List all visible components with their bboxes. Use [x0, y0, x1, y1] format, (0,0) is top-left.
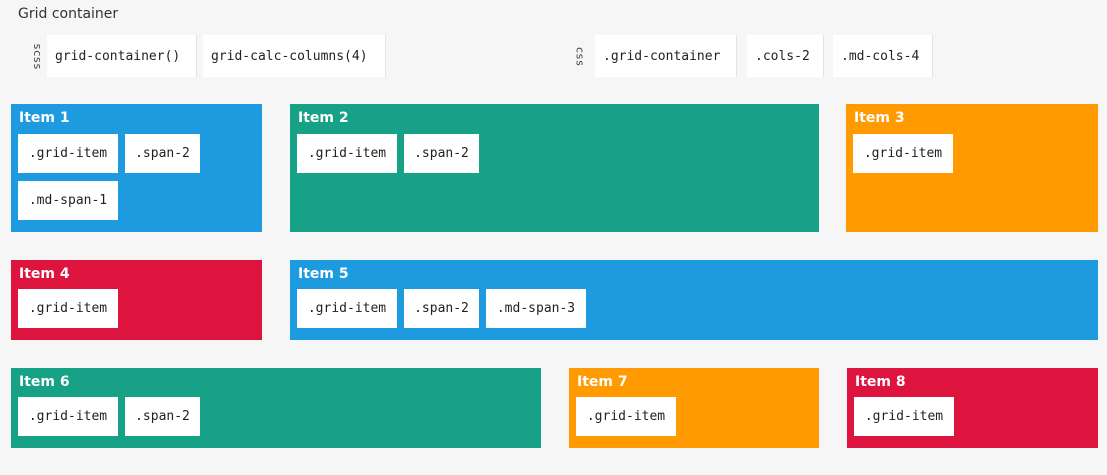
grid-item-6: Item 6 .grid-item .span-2	[11, 368, 541, 448]
class-chip: .grid-item	[297, 134, 397, 173]
scss-snippet-grid-calc-columns: grid-calc-columns(4)	[203, 35, 386, 77]
item-label: Item 4	[19, 266, 70, 282]
item-label: Item 3	[854, 110, 905, 126]
class-chip: .grid-item	[18, 397, 118, 436]
item-label: Item 2	[298, 110, 349, 126]
class-chip: .span-2	[125, 397, 200, 436]
class-chip: .grid-item	[576, 397, 676, 436]
class-chip: .grid-item	[853, 134, 953, 173]
grid-item-5: Item 5 .grid-item .span-2 .md-span-3	[290, 260, 1098, 340]
item-label: Item 7	[577, 374, 628, 390]
class-chip: .span-2	[404, 289, 479, 328]
class-chip: .span-2	[125, 134, 200, 173]
css-snippet-md-cols-4: .md-cols-4	[833, 35, 933, 77]
class-chip: .grid-item	[854, 397, 954, 436]
item-label: Item 8	[855, 374, 906, 390]
class-chip: .md-span-1	[18, 181, 118, 220]
scss-snippet-grid-container: grid-container()	[47, 35, 197, 77]
grid-item-2: Item 2 .grid-item .span-2	[290, 104, 819, 232]
item-label: Item 1	[19, 110, 70, 126]
grid-item-4: Item 4 .grid-item	[11, 260, 262, 340]
item-label: Item 5	[298, 266, 349, 282]
class-chip: .span-2	[404, 134, 479, 173]
item-label: Item 6	[19, 374, 70, 390]
grid-item-8: Item 8 .grid-item	[847, 368, 1098, 448]
grid-item-3: Item 3 .grid-item	[846, 104, 1098, 232]
grid-item-1: Item 1 .grid-item .span-2 .md-span-1	[11, 104, 262, 232]
css-snippet-cols-2: .cols-2	[747, 35, 824, 77]
class-chip: .grid-item	[297, 289, 397, 328]
scss-lang-label: scss	[30, 42, 44, 70]
css-snippet-grid-container: .grid-container	[595, 35, 737, 77]
css-lang-label: css	[573, 46, 587, 66]
page-title: Grid container	[18, 6, 119, 22]
class-chip: .grid-item	[18, 134, 118, 173]
class-chip: .md-span-3	[486, 289, 586, 328]
grid-item-7: Item 7 .grid-item	[569, 368, 819, 448]
class-chip: .grid-item	[18, 289, 118, 328]
